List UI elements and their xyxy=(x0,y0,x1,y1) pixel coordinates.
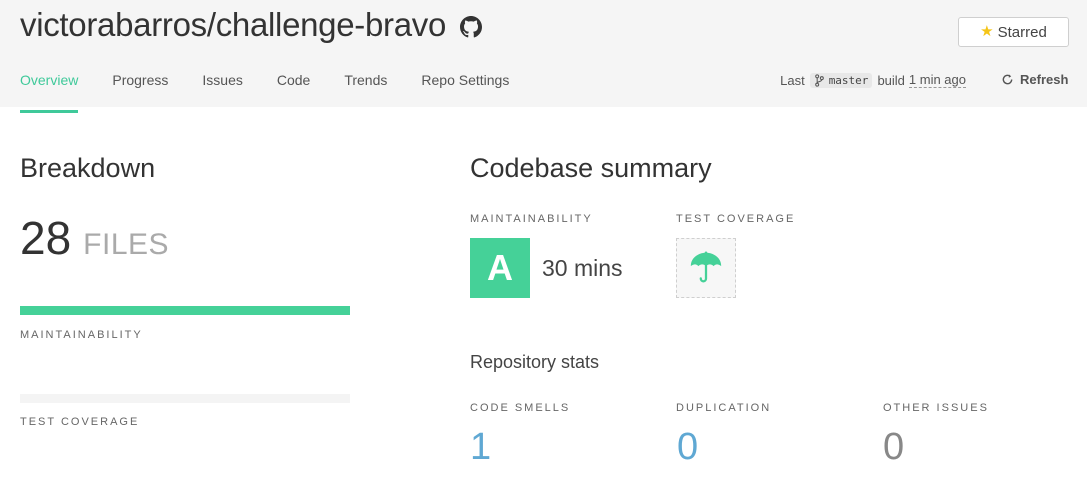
tech-debt-time: 30 mins xyxy=(542,255,623,281)
other-issues-count: 0 xyxy=(883,426,905,468)
branch-icon xyxy=(814,73,824,87)
tab-trends[interactable]: Trends xyxy=(344,72,387,113)
star-icon: ★ xyxy=(980,22,994,40)
refresh-icon xyxy=(1002,74,1013,85)
refresh-button[interactable]: Refresh xyxy=(1001,72,1068,87)
build-word: build xyxy=(877,72,905,88)
summary-maintainability-label: MAINTAINABILITY xyxy=(470,213,593,225)
build-prefix: Last xyxy=(780,72,805,88)
breakdown-test-coverage-label: TEST COVERAGE xyxy=(20,416,140,428)
tab-progress[interactable]: Progress xyxy=(112,72,168,113)
starred-button[interactable]: ★ Starred xyxy=(958,17,1069,47)
codebase-summary-heading: Codebase summary xyxy=(470,153,712,183)
last-build-info: Last master build 1 min ago xyxy=(780,72,966,88)
refresh-label: Refresh xyxy=(1020,72,1069,87)
summary-test-coverage-label: TEST COVERAGE xyxy=(676,213,796,225)
maintainability-grade-badge[interactable]: A xyxy=(470,238,530,298)
repo-title: victorabarros/challenge-bravo xyxy=(20,6,483,44)
tab-code[interactable]: Code xyxy=(277,72,310,113)
tab-issues[interactable]: Issues xyxy=(202,72,242,113)
tab-overview[interactable]: Overview xyxy=(20,72,79,113)
other-issues-label: OTHER ISSUES xyxy=(883,402,989,414)
repo-title-text[interactable]: victorabarros/challenge-bravo xyxy=(20,6,446,44)
breakdown-maintainability-label: MAINTAINABILITY xyxy=(20,329,143,341)
code-smells-count[interactable]: 1 xyxy=(470,426,491,469)
breakdown-heading: Breakdown xyxy=(20,153,156,183)
test-coverage-bar xyxy=(20,394,350,403)
files-count-number: 28 xyxy=(20,212,72,264)
files-count-unit: FILES xyxy=(83,228,170,261)
github-icon[interactable] xyxy=(460,16,483,38)
tab-repo-settings[interactable]: Repo Settings xyxy=(421,72,509,113)
files-count: 28 FILES xyxy=(20,211,169,265)
branch-badge: master xyxy=(809,72,873,88)
build-time-link[interactable]: 1 min ago xyxy=(908,72,966,88)
code-smells-label: CODE SMELLS xyxy=(470,402,571,414)
test-coverage-setup[interactable] xyxy=(676,238,736,298)
duplication-label: DUPLICATION xyxy=(676,402,772,414)
starred-button-label: Starred xyxy=(997,23,1047,41)
duplication-count[interactable]: 0 xyxy=(677,426,698,469)
repo-header: victorabarros/challenge-bravo ★ Starred … xyxy=(0,0,1087,113)
maintainability-bar[interactable] xyxy=(20,306,350,315)
umbrella-icon xyxy=(690,251,722,283)
repository-stats-heading: Repository stats xyxy=(470,352,600,372)
repo-nav: Overview Progress Issues Code Trends Rep… xyxy=(20,72,509,113)
branch-name: master xyxy=(828,73,869,87)
